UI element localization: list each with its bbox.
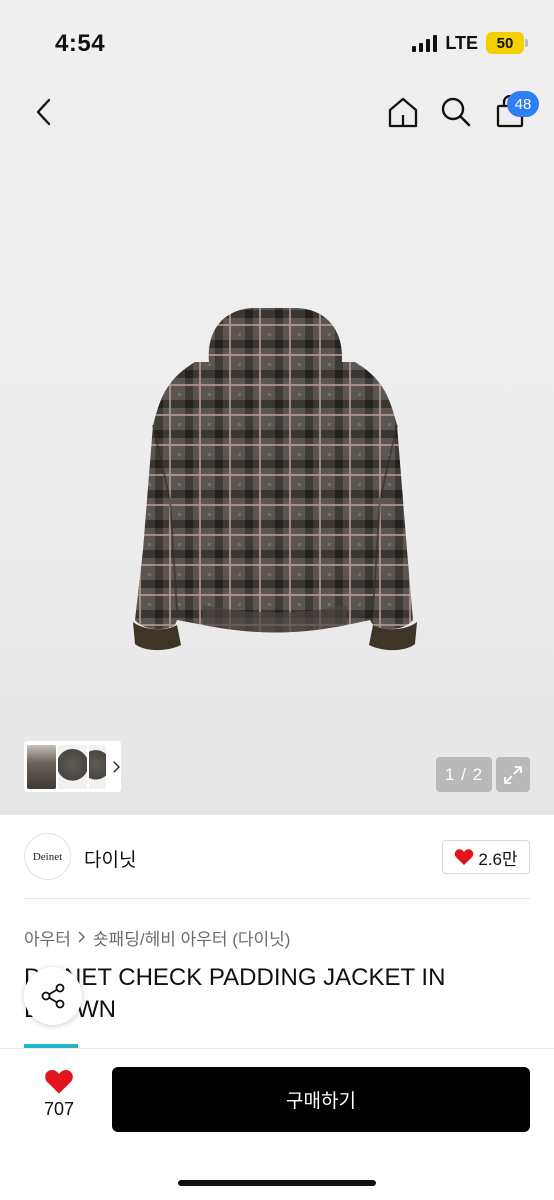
breadcrumb-item[interactable]: 아우터 (24, 925, 71, 950)
back-button[interactable] (24, 92, 64, 132)
wishlist-count: 707 (43, 1099, 75, 1119)
product-title: DEINET CHECK PADDING JACKET IN BROWN (24, 964, 446, 1023)
heart-icon (45, 1069, 73, 1094)
signal-icon (412, 34, 438, 52)
thumbnail-jacket-front[interactable] (57, 744, 87, 789)
search-icon (441, 97, 471, 127)
thumbnail-model[interactable] (27, 744, 56, 789)
brand-like-count: 2.6만 (478, 849, 518, 869)
heart-icon (455, 849, 474, 865)
divider (24, 898, 530, 899)
home-icon (388, 97, 418, 128)
product-image[interactable] (85, 300, 465, 670)
status-bar: 4:54 LTE 50 (0, 0, 554, 88)
home-indicator (178, 1180, 376, 1186)
thumbnail-jacket-back[interactable] (88, 744, 107, 789)
image-pager: 1 / 2 (436, 757, 492, 792)
network-label: LTE (445, 32, 478, 53)
wishlist-button[interactable]: 707 (30, 1068, 88, 1120)
breadcrumb-item[interactable]: 숏패딩/헤비 아우터 (다이닛) (93, 925, 291, 950)
back-chevron-icon (36, 98, 51, 126)
brand-logo[interactable]: Deinet (24, 833, 71, 880)
brand-name[interactable]: 다이닛 (84, 845, 136, 872)
chevron-right-icon (75, 928, 89, 948)
status-time: 4:54 (55, 30, 106, 57)
battery-icon: 50 (486, 32, 528, 54)
expand-button[interactable] (496, 757, 530, 792)
thumbnail-strip[interactable] (24, 741, 121, 792)
status-indicators: LTE 50 (412, 32, 528, 54)
expand-icon (504, 765, 522, 784)
breadcrumb: 아우터 숏패딩/헤비 아우터 (다이닛) (24, 925, 290, 950)
cart-count-badge: 48 (507, 91, 539, 117)
home-button[interactable] (383, 92, 423, 132)
chevron-right-icon[interactable] (112, 760, 121, 774)
brand-like-button[interactable]: 2.6만 (442, 840, 530, 874)
search-button[interactable] (436, 92, 476, 132)
share-button[interactable] (24, 967, 82, 1025)
share-icon (41, 983, 65, 1009)
buy-button[interactable]: 구매하기 (112, 1067, 530, 1132)
